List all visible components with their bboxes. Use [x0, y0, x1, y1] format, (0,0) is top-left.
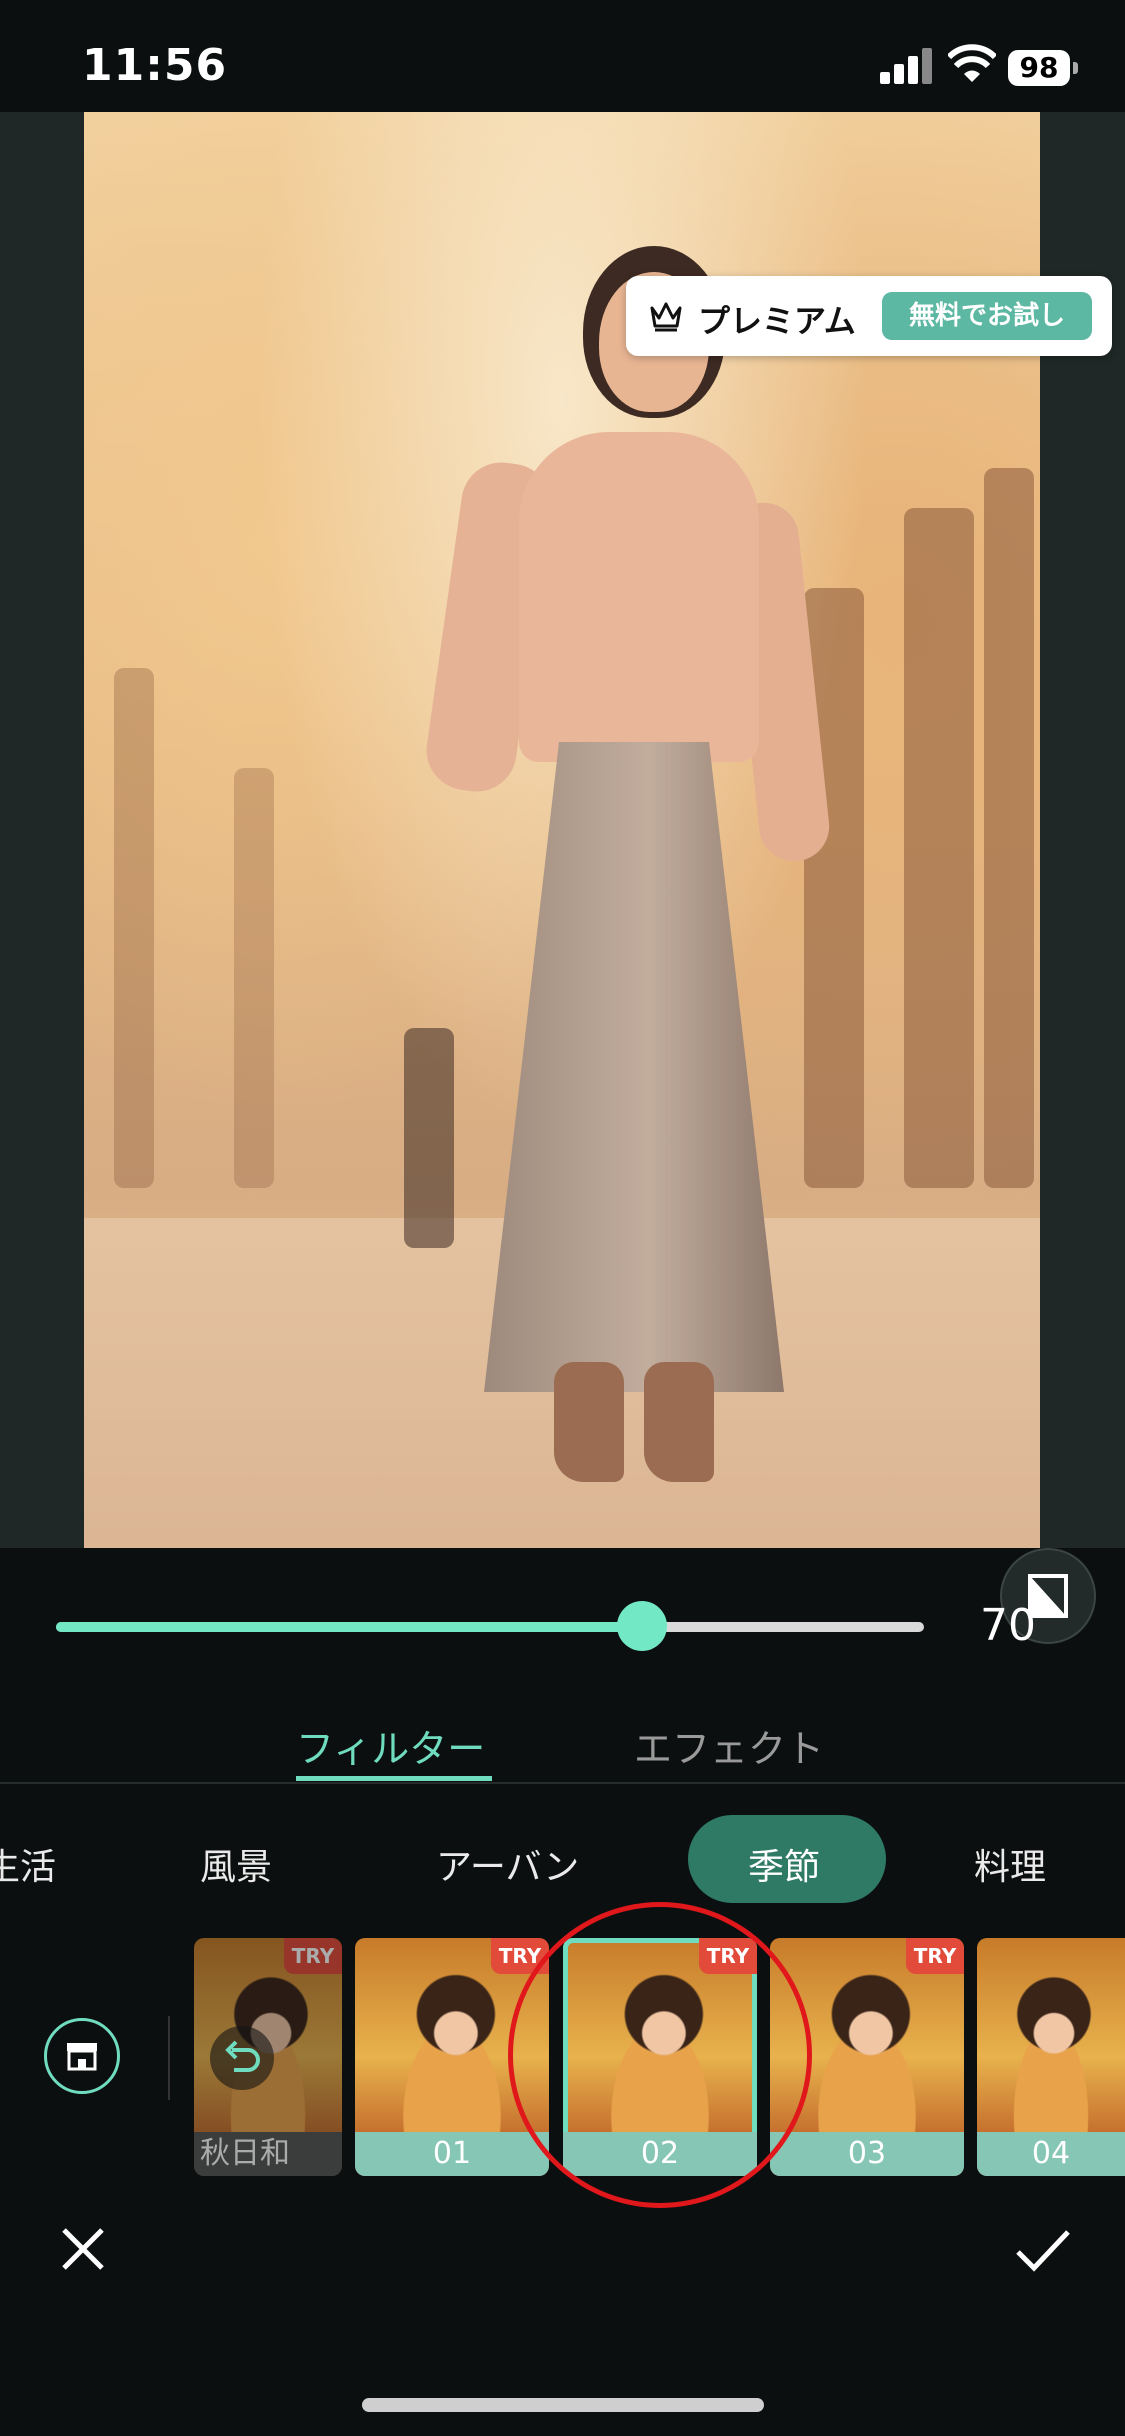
filter-label: 04 [977, 2132, 1125, 2176]
filter-store-button[interactable] [44, 2018, 120, 2094]
intensity-slider[interactable] [56, 1622, 924, 1632]
status-time: 11:56 [82, 40, 228, 91]
battery-icon: 98 [1008, 50, 1078, 86]
premium-banner[interactable]: プレミアム 無料でお試し [626, 276, 1112, 356]
try-badge: TRY [906, 1938, 964, 1974]
checkmark-icon [1016, 2230, 1070, 2272]
free-trial-button[interactable]: 無料でお試し [882, 292, 1092, 340]
store-icon [67, 2043, 97, 2071]
filter-strip-separator [168, 2016, 170, 2100]
filter-thumb-04[interactable]: 04 [977, 1938, 1125, 2176]
intensity-value: 70 [980, 1600, 1036, 1651]
category-food[interactable]: 料理 [974, 1838, 1046, 1890]
apply-button[interactable] [1008, 2214, 1078, 2284]
tab-filter-underline [296, 1776, 492, 1781]
tab-filter[interactable]: フィルター [296, 1718, 485, 1773]
premium-label: プレミアム [698, 302, 856, 340]
undo-icon [225, 2040, 260, 2072]
photo-subject [421, 272, 833, 1482]
photo-preview-area: プレミアム 無料でお試し [0, 112, 1125, 1644]
filter-label: 秋日和 [194, 2132, 342, 2176]
tab-effect[interactable]: エフェクト [634, 1718, 824, 1773]
wifi-icon [948, 44, 996, 82]
intensity-slider-fill [56, 1622, 642, 1632]
category-urban[interactable]: アーバン [436, 1838, 579, 1890]
highlight-circle [508, 1902, 812, 2208]
intensity-slider-handle[interactable] [617, 1601, 667, 1651]
undo-button[interactable] [210, 2026, 274, 2090]
filter-label: 01 [355, 2132, 549, 2176]
crown-icon [650, 302, 682, 332]
category-life[interactable]: 生活 [0, 1838, 56, 1890]
home-indicator [362, 2398, 764, 2412]
category-season[interactable]: 季節 [748, 1838, 820, 1890]
signal-icon [880, 48, 934, 84]
close-icon [62, 2228, 104, 2270]
status-bar: 11:56 98 [0, 0, 1125, 112]
try-badge: TRY [284, 1938, 342, 1974]
filter-label: 03 [770, 2132, 964, 2176]
category-scenery[interactable]: 風景 [200, 1838, 272, 1890]
tabs-divider [0, 1782, 1125, 1784]
cancel-button[interactable] [48, 2214, 118, 2284]
